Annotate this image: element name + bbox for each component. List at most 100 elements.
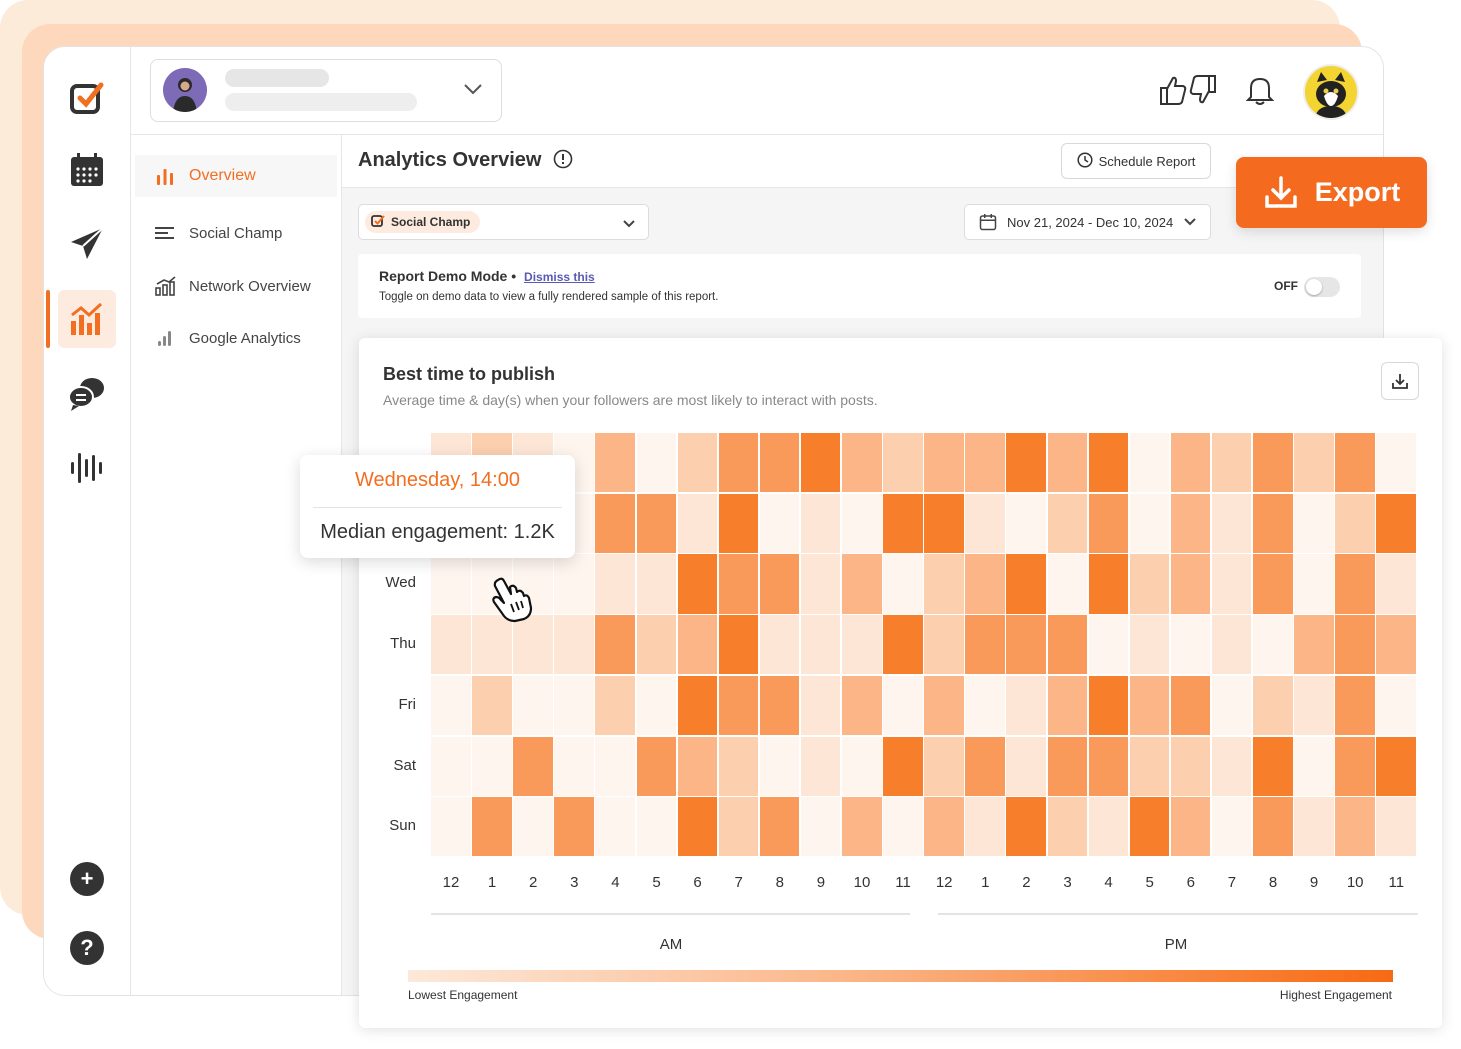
- heatmap-cell[interactable]: [924, 675, 964, 735]
- heatmap-cell[interactable]: [1129, 736, 1170, 796]
- heatmap-cell[interactable]: [595, 797, 635, 857]
- heatmap-cell[interactable]: [800, 675, 841, 735]
- heatmap-cell[interactable]: [1006, 433, 1046, 493]
- heatmap-cell[interactable]: [1129, 493, 1170, 553]
- heatmap-cell[interactable]: [800, 554, 841, 614]
- heatmap-cell[interactable]: [1253, 797, 1293, 857]
- heatmap-cell[interactable]: [842, 615, 882, 675]
- heatmap-cell[interactable]: [718, 433, 759, 493]
- heatmap-cell[interactable]: [472, 797, 512, 857]
- heatmap-cell[interactable]: [1047, 736, 1088, 796]
- heatmap-cell[interactable]: [965, 433, 1005, 493]
- bell-icon[interactable]: [1245, 75, 1275, 110]
- heatmap-cell[interactable]: [883, 493, 923, 553]
- heatmap-cell[interactable]: [513, 675, 553, 735]
- heatmap-cell[interactable]: [1047, 615, 1088, 675]
- heatmap-cell[interactable]: [1294, 493, 1334, 553]
- heatmap-cell[interactable]: [1253, 433, 1293, 493]
- heatmap-cell[interactable]: [431, 736, 471, 796]
- heatmap-cell[interactable]: [1335, 433, 1375, 493]
- heatmap-cell[interactable]: [1376, 493, 1416, 553]
- heatmap-cell[interactable]: [842, 493, 882, 553]
- heatmap-cell[interactable]: [513, 736, 553, 796]
- heatmap-cell[interactable]: [636, 736, 677, 796]
- heatmap-cell[interactable]: [1211, 736, 1252, 796]
- heatmap-cell[interactable]: [595, 736, 635, 796]
- download-chart-button[interactable]: [1381, 362, 1419, 400]
- help-button[interactable]: ?: [70, 931, 104, 965]
- heatmap-cell[interactable]: [1129, 615, 1170, 675]
- heatmap-cell[interactable]: [1294, 797, 1334, 857]
- heatmap-cell[interactable]: [800, 433, 841, 493]
- heatmap-cell[interactable]: [1335, 675, 1375, 735]
- heatmap-cell[interactable]: [595, 675, 635, 735]
- heatmap-cell[interactable]: [800, 493, 841, 553]
- heatmap-cell[interactable]: [554, 675, 594, 735]
- heatmap-cell[interactable]: [1129, 433, 1170, 493]
- heatmap-cell[interactable]: [554, 797, 594, 857]
- heatmap-cell[interactable]: [1294, 736, 1334, 796]
- heatmap-cell[interactable]: [965, 675, 1005, 735]
- heatmap-cell[interactable]: [1129, 797, 1170, 857]
- heatmap-cell[interactable]: [759, 675, 800, 735]
- heatmap-cell[interactable]: [842, 797, 882, 857]
- heatmap-cell[interactable]: [1376, 736, 1416, 796]
- heatmap-cell[interactable]: [595, 554, 635, 614]
- heatmap-cell[interactable]: [636, 554, 677, 614]
- heatmap-cell[interactable]: [1294, 615, 1334, 675]
- heatmap-cell[interactable]: [431, 554, 471, 614]
- heatmap-cell[interactable]: [1006, 736, 1046, 796]
- heatmap-cell[interactable]: [965, 797, 1005, 857]
- schedule-report-button[interactable]: Schedule Report: [1061, 143, 1211, 179]
- heatmap-cell[interactable]: [1335, 615, 1375, 675]
- heatmap-cell[interactable]: [1335, 554, 1375, 614]
- feedback-thumbs-icon[interactable]: [1158, 74, 1218, 111]
- subnav-item-social-champ[interactable]: Social Champ: [135, 212, 337, 254]
- heatmap-cell[interactable]: [718, 493, 759, 553]
- heatmap-cell[interactable]: [1294, 554, 1334, 614]
- heatmap-cell[interactable]: [636, 433, 677, 493]
- heatmap-cell[interactable]: [718, 797, 759, 857]
- heatmap-cell[interactable]: [924, 797, 964, 857]
- analytics-icon[interactable]: [58, 290, 116, 348]
- heatmap-cell[interactable]: [1253, 554, 1293, 614]
- heatmap-cell[interactable]: [1376, 615, 1416, 675]
- heatmap-cell[interactable]: [1088, 675, 1129, 735]
- heatmap-cell[interactable]: [1006, 615, 1046, 675]
- heatmap-cell[interactable]: [1253, 493, 1293, 553]
- account-select[interactable]: Social Champ: [358, 204, 649, 240]
- heatmap-cell[interactable]: [1376, 675, 1416, 735]
- heatmap-cell[interactable]: [636, 493, 677, 553]
- heatmap-cell[interactable]: [431, 675, 471, 735]
- heatmap-cell[interactable]: [431, 797, 471, 857]
- heatmap-cell[interactable]: [1253, 615, 1293, 675]
- heatmap-cell[interactable]: [1253, 675, 1293, 735]
- send-icon[interactable]: [58, 215, 116, 273]
- chat-icon[interactable]: [58, 365, 116, 423]
- heatmap-cell[interactable]: [1211, 493, 1252, 553]
- heatmap-cell[interactable]: [1294, 675, 1334, 735]
- heatmap-cell[interactable]: [1006, 797, 1046, 857]
- subnav-item-google-analytics[interactable]: Google Analytics: [135, 317, 337, 359]
- dismiss-link[interactable]: Dismiss this: [524, 270, 595, 284]
- export-button[interactable]: Export: [1236, 157, 1427, 228]
- heatmap-cell[interactable]: [759, 736, 800, 796]
- heatmap-cell[interactable]: [1211, 554, 1252, 614]
- heatmap-cell[interactable]: [1335, 736, 1375, 796]
- heatmap-cell[interactable]: [965, 736, 1005, 796]
- heatmap-cell[interactable]: [1294, 433, 1334, 493]
- heatmap-cell[interactable]: [924, 736, 964, 796]
- heatmap-cell[interactable]: [1088, 736, 1129, 796]
- heatmap-cell[interactable]: [1047, 433, 1088, 493]
- heatmap-cell[interactable]: [883, 554, 923, 614]
- calendar-icon[interactable]: [58, 141, 116, 199]
- heatmap-cell[interactable]: [595, 493, 635, 553]
- heatmap-cell[interactable]: [1088, 797, 1129, 857]
- heatmap-cell[interactable]: [1047, 554, 1088, 614]
- heatmap-cell[interactable]: [1006, 675, 1046, 735]
- heatmap-cell[interactable]: [636, 675, 677, 735]
- heatmap-cell[interactable]: [1170, 554, 1211, 614]
- heatmap-cell[interactable]: [1129, 554, 1170, 614]
- heatmap-cell[interactable]: [677, 675, 718, 735]
- heatmap-cell[interactable]: [636, 615, 677, 675]
